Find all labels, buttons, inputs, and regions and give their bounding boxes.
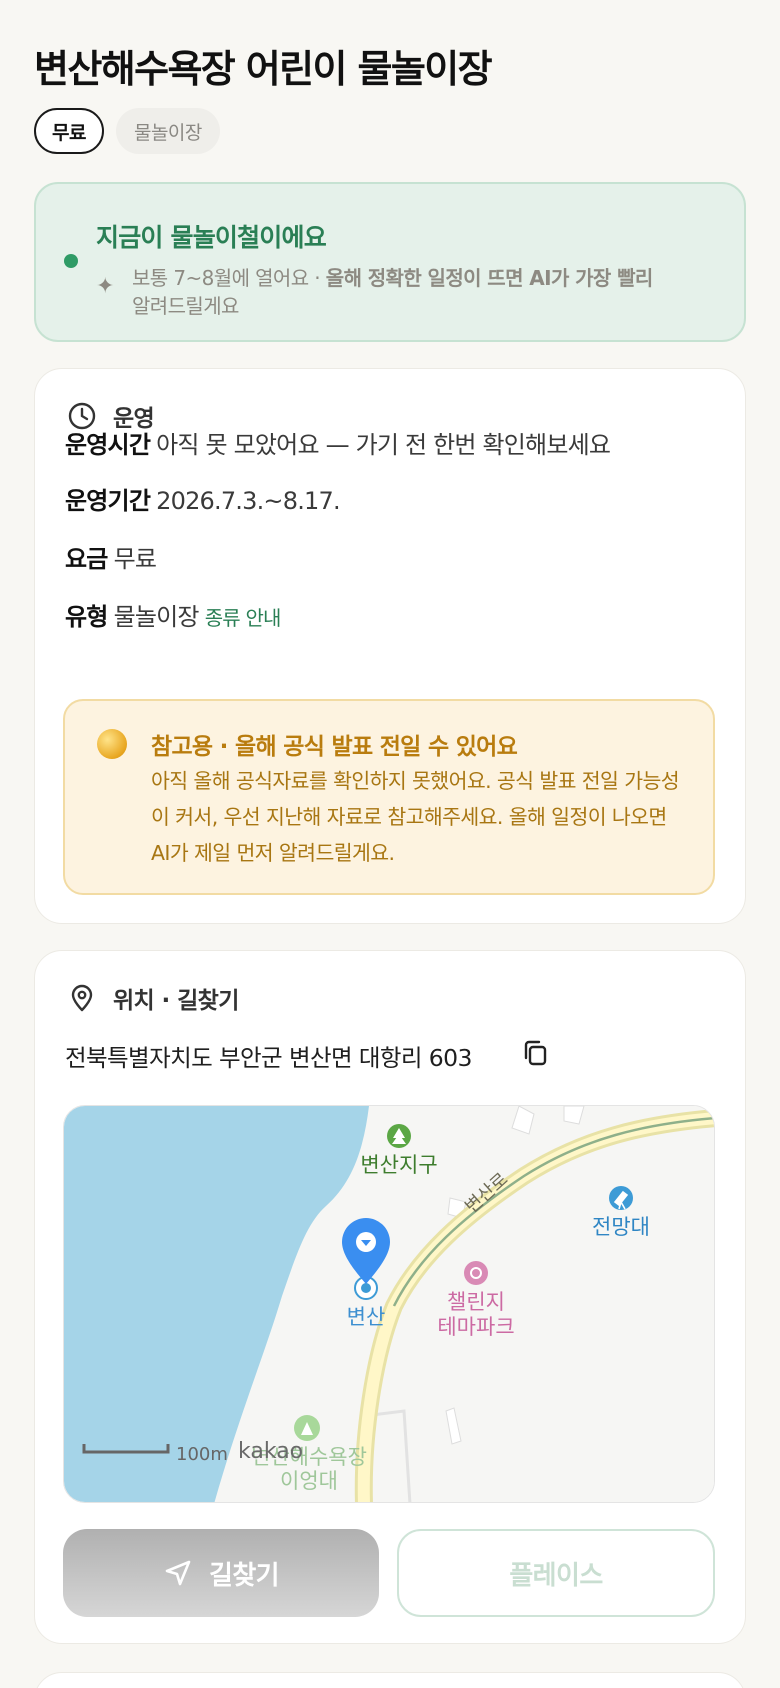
operation-card: 운영 운영시간 아직 못 모았어요 — 가기 전 한번 확인해보세요 운영기간 20… [34,368,746,924]
copy-icon[interactable] [519,1037,551,1069]
beach-label-overflow: 이엉대 [280,1469,338,1493]
period-row: 운영기간 2026.7.3.~8.17. [65,481,341,516]
kakao-logo: kakao [238,1439,303,1464]
sparkle-icon: ✦ [96,274,115,299]
location-label: 위치 · 길찾기 [113,988,239,1014]
route-button-label: 길찾기 [209,1560,280,1591]
hours-value: 아직 못 모았어요 — 가기 전 한번 확인해보세요 [156,431,611,459]
season-desc-tail: 알려드릴게요 [132,294,239,318]
location-header: 위치 · 길찾기 [67,981,239,1015]
period-value: 2026.7.3.~8.17. [156,487,340,515]
fee-value: 무료 [113,545,157,573]
type-row: 유형 물놀이장 종류 안내 [65,597,281,632]
season-title: 지금이 물놀이철이에요 [96,223,327,252]
season-desc-bold: 올해 정확한 일정이 뜨면 AI가 가장 빨리 [325,266,654,290]
season-desc-plain: 보통 7~8월에 열어요 · [132,266,326,290]
season-description: 보통 7~8월에 열어요 · 올해 정확한 일정이 뜨면 AI가 가장 빨리알려… [132,264,732,320]
themepark-label-1: 챌린지 [447,1290,505,1314]
navigation-arrow-icon [165,1560,191,1586]
status-dot [64,254,78,268]
moon-icon [97,729,127,759]
fee-row: 요금 무료 [65,539,157,574]
pin-icon [71,984,93,1012]
map-canvas[interactable]: 변산지구 변산로 전망대 챌린지 테마파크 변산 변산해수욕장 이엉대 100m… [64,1106,715,1503]
park-label: 변산지구 [360,1153,437,1177]
route-button[interactable]: 길찾기 [63,1529,379,1617]
map-view[interactable]: 변산지구 변산로 전망대 챌린지 테마파크 변산 변산해수욕장 이엉대 100m… [63,1105,715,1503]
notice-title: 참고용 · 올해 공식 발표 전일 수 있어요 [151,734,518,760]
type-guide-link[interactable]: 종류 안내 [205,606,282,630]
place-button[interactable]: 플레이스 [397,1529,715,1617]
themepark-label-2: 테마파크 [437,1315,514,1339]
hours-row: 운영시간 아직 못 모았어요 — 가기 전 한번 확인해보세요 [65,425,611,460]
next-card-edge [34,1672,746,1688]
page: 변산해수욕장 어린이 물놀이장 무료 물놀이장 지금이 물놀이철이에요 ✦ 보통… [0,0,780,1688]
page-title: 변산해수욕장 어린이 물놀이장 [34,47,493,91]
place-button-label: 플레이스 [509,1560,603,1591]
season-banner: 지금이 물놀이철이에요 ✦ 보통 7~8월에 열어요 · 올해 정확한 일정이 … [34,182,746,342]
address-text: 전북특별자치도 부안군 변산면 대항리 603 [65,1044,472,1072]
price-chip: 무료 [34,108,104,154]
type-value: 물놀이장 [113,603,200,631]
tag-chips: 무료 물놀이장 [34,108,220,154]
marker-label: 변산 [347,1305,386,1329]
notice-body: 아직 올해 공식자료를 확인하지 못했어요. 공식 발표 전일 가능성이 커서,… [151,769,680,865]
location-card: 위치 · 길찾기 전북특별자치도 부안군 변산면 대항리 603 변산지구 변산… [34,950,746,1644]
period-key: 운영기간 [65,487,151,515]
action-buttons: 길찾기 플레이스 [63,1529,715,1617]
reference-notice: 참고용 · 올해 공식 발표 전일 수 있어요 아직 올해 공식자료를 확인하지… [63,699,715,895]
scale-label: 100m [176,1444,228,1465]
fee-key: 요금 [65,545,108,573]
hours-key: 운영시간 [65,431,151,459]
observatory-label: 전망대 [592,1215,650,1239]
type-chip: 물놀이장 [115,108,220,154]
type-key: 유형 [65,603,108,631]
